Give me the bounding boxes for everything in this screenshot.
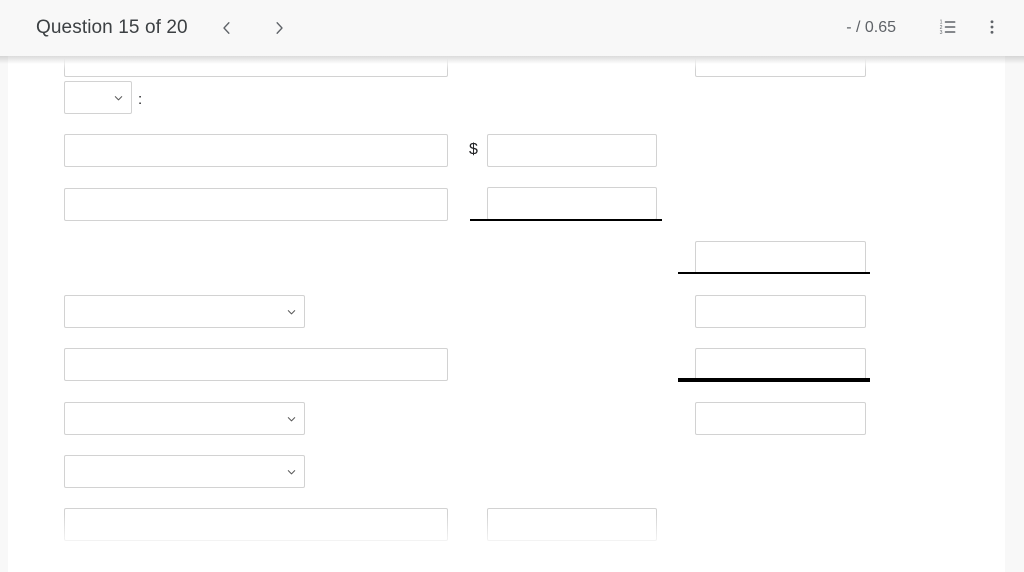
colon-label: : <box>138 91 143 108</box>
text-input-row3-left[interactable] <box>64 134 448 167</box>
text-input-row1-right[interactable] <box>695 56 866 77</box>
more-options-button[interactable] <box>974 10 1010 46</box>
chevron-down-icon <box>286 466 297 477</box>
numbered-list-icon: 1 2 3 <box>938 17 958 40</box>
text-input-row11-left[interactable] <box>64 561 448 572</box>
text-input-row4-middle[interactable] <box>487 187 657 220</box>
select-wide-row6-left[interactable] <box>64 295 305 328</box>
chevron-down-icon <box>113 92 124 103</box>
header-right-group: - / 0.65 1 2 3 <box>846 10 1024 46</box>
chevron-down-icon <box>286 306 297 317</box>
next-question-button[interactable] <box>262 11 296 45</box>
text-input-row8-right[interactable] <box>695 402 866 435</box>
dollar-label: $ <box>469 141 478 158</box>
svg-text:3: 3 <box>940 30 943 36</box>
text-input-row7-right[interactable] <box>695 348 866 381</box>
subtotal-rule-middle-column <box>470 219 662 221</box>
more-vert-icon <box>983 18 1001 39</box>
text-input-row1-left[interactable] <box>64 56 448 77</box>
select-wide-row9-left[interactable] <box>64 455 305 488</box>
subtotal-rule-right-column <box>678 272 870 274</box>
text-input-row5-right[interactable] <box>695 241 866 274</box>
text-input-row3-middle[interactable] <box>487 134 657 167</box>
chevron-right-icon <box>270 19 288 37</box>
question-nav-group <box>210 11 296 45</box>
chevron-down-icon <box>286 413 297 424</box>
text-input-row6-right[interactable] <box>695 295 866 328</box>
text-input-row7-left[interactable] <box>64 348 448 381</box>
total-rule-right-column <box>678 378 870 382</box>
question-header-bar: Question 15 of 20 - / 0.65 1 2 3 <box>0 0 1024 64</box>
text-input-row10-left[interactable] <box>64 508 448 541</box>
worksheet-page: : $ <box>8 56 1005 572</box>
question-body-scroll-area[interactable]: : $ <box>0 56 1024 572</box>
previous-question-button[interactable] <box>210 11 244 45</box>
chevron-left-icon <box>218 19 236 37</box>
question-list-button[interactable]: 1 2 3 <box>930 10 966 46</box>
select-small-row2[interactable] <box>64 81 132 114</box>
text-input-row11-middle[interactable] <box>487 561 657 572</box>
page-title: Question 15 of 20 <box>36 17 188 38</box>
quiz-grading-screen: Question 15 of 20 - / 0.65 1 2 3: $ <box>0 0 1024 572</box>
score-display: - / 0.65 <box>846 19 896 36</box>
text-input-row4-left[interactable] <box>64 188 448 221</box>
text-input-row10-middle[interactable] <box>487 508 657 541</box>
select-wide-row8-left[interactable] <box>64 402 305 435</box>
